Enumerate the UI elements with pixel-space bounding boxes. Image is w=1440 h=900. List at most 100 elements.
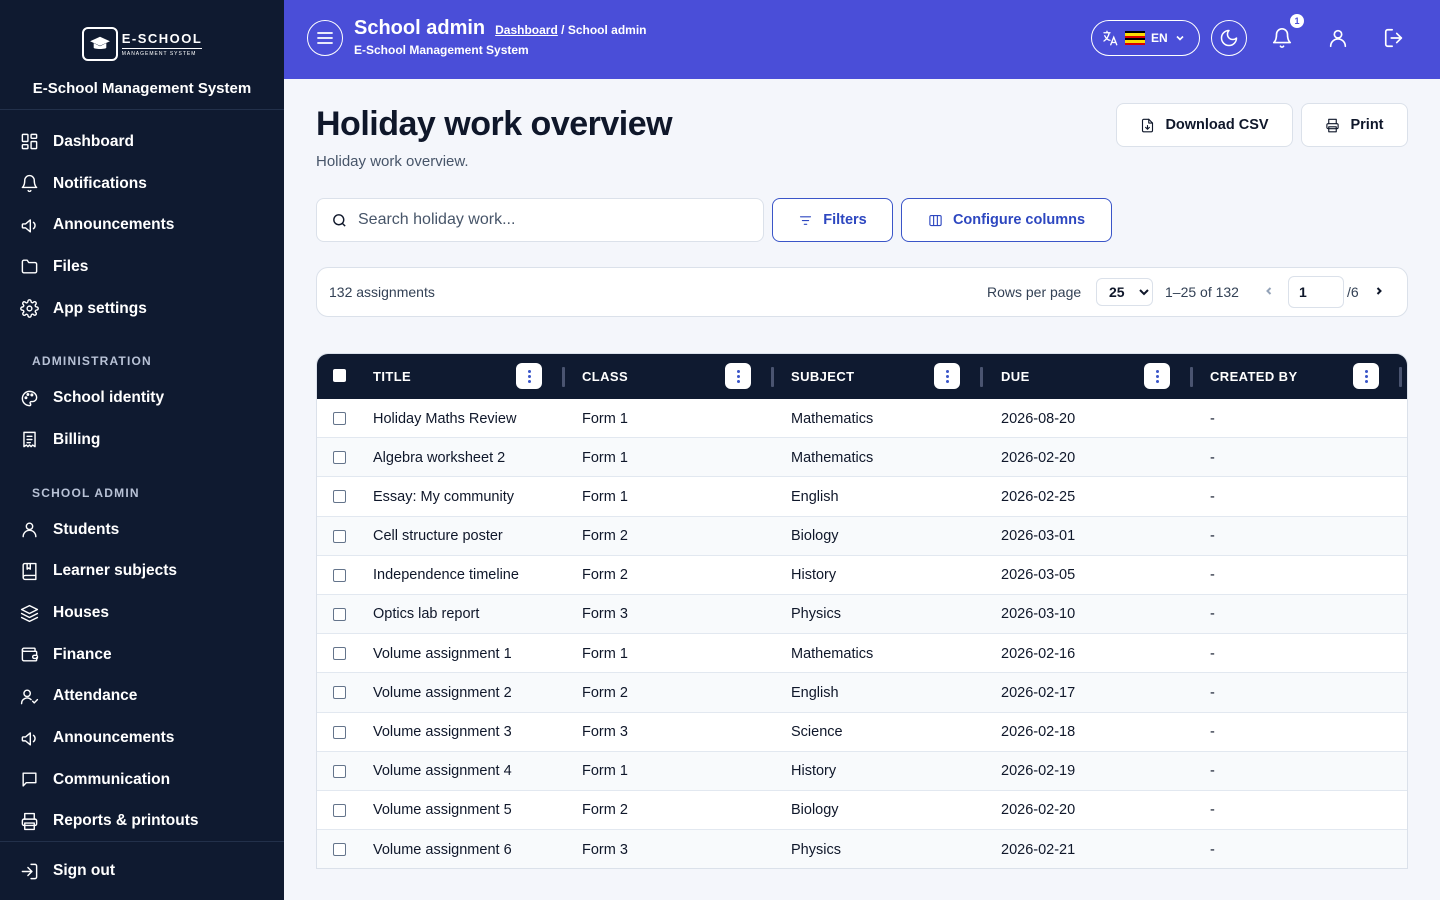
sidebar-item-students[interactable]: Students [0, 509, 284, 551]
chevron-right-icon [1376, 287, 1382, 295]
sidebar-item-dashboard[interactable]: Dashboard [0, 121, 284, 163]
logout-button[interactable] [1376, 20, 1412, 56]
column-header-created-by[interactable]: CREATED BY [1210, 354, 1298, 399]
cell-subject: Biology [791, 528, 839, 545]
logo: E-SCHOOL MANAGEMENT SYSTEM [81, 27, 203, 61]
table-row[interactable]: Optics lab report Form 3 Physics 2026-03-10… [317, 594, 1407, 635]
table-row[interactable]: Cell structure poster Form 2 Biology 2026-0… [317, 516, 1407, 556]
filters-label: Filters [823, 212, 867, 228]
column-menu-button[interactable] [1144, 363, 1170, 389]
table-row[interactable]: Volume assignment 6 Form 3 Physics 2026-02-… [317, 830, 1407, 868]
column-resize-handle[interactable] [771, 367, 774, 387]
column-resize-handle[interactable] [1399, 367, 1402, 387]
row-checkbox[interactable] [333, 490, 346, 504]
search-input[interactable] [358, 211, 738, 229]
sidebar-item-houses[interactable]: Houses [0, 592, 284, 634]
table-row[interactable]: Volume assignment 5 Form 2 Biology 2026-02-… [317, 791, 1407, 831]
row-checkbox[interactable] [333, 529, 346, 543]
row-checkbox[interactable] [333, 764, 346, 778]
cell-created-by: - [1210, 763, 1215, 780]
cell-created-by: - [1210, 528, 1215, 545]
book-icon [22, 562, 37, 580]
column-menu-button[interactable] [934, 363, 960, 389]
sidebar-item-finance[interactable]: Finance [0, 634, 284, 676]
select-all-checkbox[interactable] [333, 369, 346, 382]
table-row[interactable]: Essay: My community Form 1 English 2026-02-… [317, 477, 1407, 517]
column-menu-button[interactable] [516, 363, 542, 389]
sidebar-item-school-identity[interactable]: School identity [0, 377, 284, 419]
sidebar-item-attendance[interactable]: Attendance [0, 676, 284, 718]
column-resize-handle[interactable] [980, 367, 983, 387]
table-row[interactable]: Algebra worksheet 2 Form 1 Mathematics 2026… [317, 438, 1407, 478]
previous-page-button[interactable] [1259, 281, 1279, 301]
cell-due: 2026-03-01 [1001, 528, 1076, 545]
sidebar-item-files[interactable]: Files [0, 246, 284, 288]
sidebar-item-label: Announcements [53, 216, 175, 234]
language-selector[interactable]: EN [1091, 20, 1200, 56]
sidebar-item-communication[interactable]: Communication [0, 759, 284, 801]
more-vertical-icon [736, 369, 740, 384]
table-row[interactable]: Independence timeline Form 2 History 2026-0… [317, 556, 1407, 595]
table-row[interactable]: Volume assignment 2 Form 2 English 2026-02-… [317, 673, 1407, 713]
notifications-button[interactable]: 1 [1264, 14, 1304, 56]
theme-toggle-button[interactable] [1211, 20, 1247, 56]
receipt-icon [23, 432, 36, 448]
breadcrumb-dashboard-link[interactable]: Dashboard [495, 23, 558, 37]
cell-created-by: - [1210, 645, 1215, 662]
row-checkbox[interactable] [333, 451, 346, 465]
table-row[interactable]: Volume assignment 1 Form 1 Mathematics 2026… [317, 634, 1407, 674]
columns-icon [929, 214, 942, 226]
sidebar-item-label: Learner subjects [53, 562, 178, 580]
table-row[interactable]: Volume assignment 4 Form 1 History 2026-02-… [317, 751, 1407, 791]
page-number-input[interactable] [1288, 276, 1344, 308]
download-csv-button[interactable]: Download CSV [1116, 103, 1293, 147]
row-checkbox[interactable] [333, 412, 346, 425]
table-row[interactable]: Volume assignment 3 Form 3 Science 2026-02-… [317, 713, 1407, 752]
column-menu-button[interactable] [725, 363, 751, 389]
sidebar-item-notifications[interactable]: Notifications [0, 163, 284, 205]
main-content: Holiday work overview Holiday work overv… [284, 79, 1440, 900]
cell-class: Form 1 [582, 449, 628, 466]
cell-class: Form 1 [582, 410, 628, 427]
sidebar-item-reports[interactable]: Reports & printouts [0, 801, 284, 843]
column-resize-handle[interactable] [1190, 367, 1193, 387]
column-header-title[interactable]: TITLE [373, 354, 411, 399]
sidebar-item-learner-subjects[interactable]: Learner subjects [0, 551, 284, 593]
filters-button[interactable]: Filters [772, 198, 893, 242]
row-checkbox[interactable] [333, 725, 346, 739]
column-header-due[interactable]: DUE [1001, 354, 1030, 399]
topbar-title-group: School admin Dashboard / School admin [354, 17, 647, 40]
sidebar-item-label: Students [53, 520, 120, 538]
sign-out-button[interactable]: Sign out [0, 850, 115, 892]
row-checkbox[interactable] [333, 843, 346, 857]
sidebar-item-announcements-school[interactable]: Announcements [0, 717, 284, 759]
sidebar-item-billing[interactable]: Billing [0, 419, 284, 461]
row-checkbox[interactable] [333, 686, 346, 700]
column-resize-handle[interactable] [562, 367, 565, 387]
filter-icon [800, 215, 812, 225]
sidebar-item-app-settings[interactable]: App settings [0, 288, 284, 330]
table-row[interactable]: Holiday Maths Review Form 1 Mathematics 202… [317, 399, 1407, 439]
print-button[interactable]: Print [1301, 103, 1408, 147]
language-code: EN [1151, 31, 1168, 45]
sidebar-item-label: Announcements [53, 729, 175, 747]
folder-icon [21, 259, 38, 274]
profile-button[interactable] [1320, 20, 1356, 56]
column-header-class[interactable]: CLASS [582, 354, 628, 399]
row-checkbox[interactable] [333, 607, 346, 621]
cell-class: Form 1 [582, 763, 628, 780]
next-page-button[interactable] [1369, 281, 1389, 301]
cell-subject: History [791, 567, 837, 584]
row-checkbox[interactable] [333, 568, 346, 582]
sidebar-item-label: School identity [53, 389, 165, 407]
cell-class: Form 3 [582, 724, 628, 740]
rows-per-page-select[interactable]: 102550100 [1096, 278, 1153, 306]
column-menu-button[interactable] [1353, 363, 1379, 389]
configure-columns-button[interactable]: Configure columns [901, 198, 1112, 242]
sidebar-item-announcements[interactable]: Announcements [0, 204, 284, 246]
row-checkbox[interactable] [333, 647, 346, 661]
assignments-table: TITLE CLASS SUBJECT DUE CREATED BY Holiday M… [316, 353, 1408, 869]
menu-toggle-button[interactable] [307, 20, 343, 56]
column-header-subject[interactable]: SUBJECT [791, 354, 854, 399]
row-checkbox[interactable] [333, 803, 346, 817]
